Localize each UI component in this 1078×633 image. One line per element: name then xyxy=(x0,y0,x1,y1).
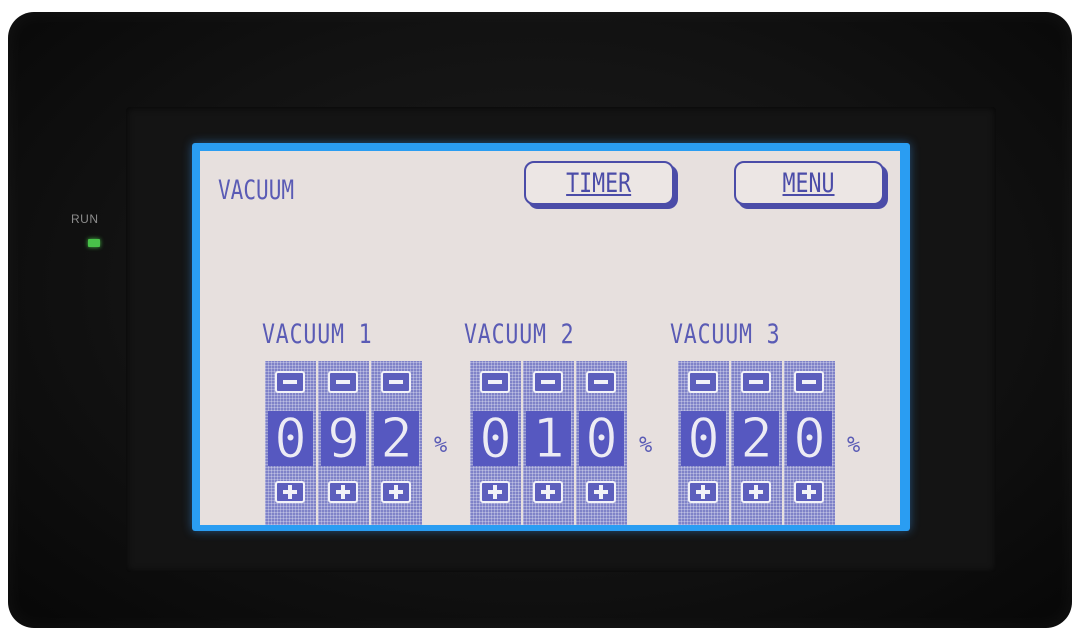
plus-icon xyxy=(696,485,710,499)
increment-button[interactable] xyxy=(586,481,616,503)
timer-button-label: TIMER xyxy=(566,167,632,199)
digit-column-ones: 2 xyxy=(371,361,422,525)
decrement-button[interactable] xyxy=(328,371,358,393)
minus-icon xyxy=(594,380,608,384)
decrement-button[interactable] xyxy=(688,371,718,393)
plus-icon xyxy=(336,485,350,499)
decrement-button[interactable] xyxy=(741,371,771,393)
digit-column-ones: 0 xyxy=(784,361,835,525)
run-led-icon xyxy=(88,239,100,247)
digit-display[interactable]: 9 xyxy=(321,411,366,467)
digit-column-tens: 1 xyxy=(523,361,574,525)
plus-icon xyxy=(749,485,763,499)
vacuum-2-unit: % xyxy=(639,433,653,458)
digit-display[interactable]: 0 xyxy=(473,411,518,467)
minus-icon xyxy=(488,380,502,384)
plus-icon xyxy=(541,485,555,499)
plus-icon xyxy=(389,485,403,499)
vacuum-2-label: VACUUM 2 xyxy=(464,319,575,350)
increment-button[interactable] xyxy=(381,481,411,503)
minus-icon xyxy=(802,380,816,384)
vacuum-3-setpoint: 0 2 0 xyxy=(678,361,835,525)
increment-button[interactable] xyxy=(688,481,718,503)
vacuum-1-unit: % xyxy=(434,433,448,458)
increment-button[interactable] xyxy=(480,481,510,503)
digit-display[interactable]: 0 xyxy=(681,411,726,467)
increment-button[interactable] xyxy=(794,481,824,503)
minus-icon xyxy=(389,380,403,384)
page-title: VACUUM xyxy=(218,175,295,206)
decrement-button[interactable] xyxy=(586,371,616,393)
decrement-button[interactable] xyxy=(794,371,824,393)
run-label: RUN xyxy=(71,212,99,226)
increment-button[interactable] xyxy=(741,481,771,503)
digit-column-tens: 2 xyxy=(731,361,782,525)
plus-icon xyxy=(594,485,608,499)
vacuum-3-unit: % xyxy=(847,433,861,458)
digit-column-tens: 9 xyxy=(318,361,369,525)
minus-icon xyxy=(749,380,763,384)
digit-display[interactable]: 1 xyxy=(526,411,571,467)
decrement-button[interactable] xyxy=(381,371,411,393)
increment-button[interactable] xyxy=(328,481,358,503)
digit-column-hundreds: 0 xyxy=(265,361,316,525)
plus-icon xyxy=(488,485,502,499)
increment-button[interactable] xyxy=(533,481,563,503)
increment-button[interactable] xyxy=(275,481,305,503)
touch-screen: VACUUM TIMER MENU VACUUM 1 0 9 2 % VACUU… xyxy=(192,143,910,531)
digit-display[interactable]: 2 xyxy=(734,411,779,467)
menu-button[interactable]: MENU xyxy=(734,161,884,205)
plus-icon xyxy=(802,485,816,499)
menu-button-label: MENU xyxy=(782,167,836,199)
digit-display[interactable]: 0 xyxy=(579,411,624,467)
digit-column-hundreds: 0 xyxy=(470,361,521,525)
minus-icon xyxy=(283,380,297,384)
decrement-button[interactable] xyxy=(533,371,563,393)
digit-display[interactable]: 0 xyxy=(787,411,832,467)
vacuum-2-setpoint: 0 1 0 xyxy=(470,361,627,525)
digit-column-hundreds: 0 xyxy=(678,361,729,525)
minus-icon xyxy=(696,380,710,384)
screen-panel: VACUUM TIMER MENU VACUUM 1 0 9 2 % VACUU… xyxy=(200,151,900,525)
timer-button[interactable]: TIMER xyxy=(524,161,674,205)
digit-display[interactable]: 0 xyxy=(268,411,313,467)
digit-display[interactable]: 2 xyxy=(374,411,419,467)
decrement-button[interactable] xyxy=(480,371,510,393)
plus-icon xyxy=(283,485,297,499)
vacuum-3-label: VACUUM 3 xyxy=(670,319,781,350)
digit-column-ones: 0 xyxy=(576,361,627,525)
decrement-button[interactable] xyxy=(275,371,305,393)
minus-icon xyxy=(336,380,350,384)
minus-icon xyxy=(541,380,555,384)
vacuum-1-setpoint: 0 9 2 xyxy=(265,361,422,525)
vacuum-1-label: VACUUM 1 xyxy=(262,319,373,350)
